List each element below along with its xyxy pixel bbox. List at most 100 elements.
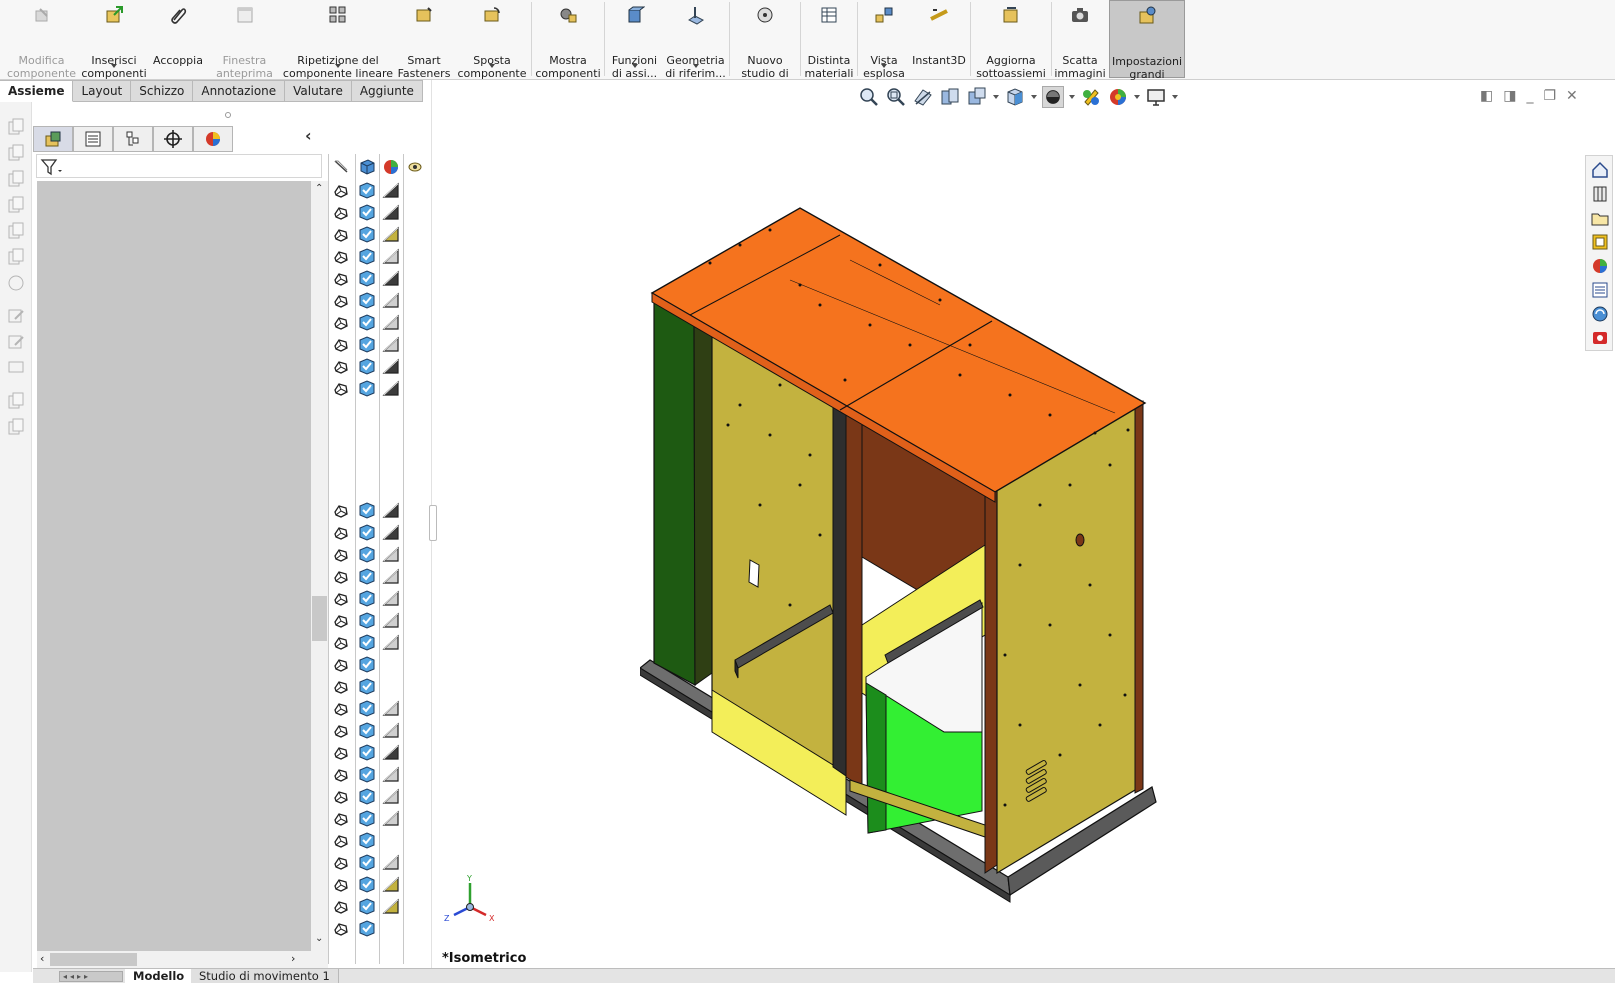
component-state-icon[interactable]	[332, 744, 350, 761]
section-view-icon[interactable]	[939, 86, 961, 108]
part-visibility-icon[interactable]	[358, 336, 376, 353]
appearance-triangle-icon[interactable]	[382, 700, 400, 717]
view-settings-monitor-icon[interactable]	[1145, 86, 1167, 108]
tab-schizzo[interactable]: Schizzo	[131, 80, 194, 102]
scroll-up-icon[interactable]: ⌃	[315, 183, 323, 194]
tab-scroll-arrows[interactable]: ◂◂▸▸	[59, 971, 123, 982]
large-assembly-settings-button[interactable]: Impostazioni grandi assiemi	[1109, 0, 1185, 93]
copy-icon[interactable]	[7, 196, 25, 214]
appearance-triangle-icon[interactable]	[382, 854, 400, 871]
part-visibility-icon[interactable]	[358, 678, 376, 695]
component-state-icon[interactable]	[332, 590, 350, 607]
component-state-icon[interactable]	[332, 546, 350, 563]
edit-component-button[interactable]: Modifica componente	[4, 0, 79, 79]
tree-filter[interactable]	[36, 154, 322, 178]
copy-icon[interactable]	[7, 144, 25, 162]
feature-tree-area[interactable]	[37, 181, 311, 951]
copy-icon[interactable]	[7, 118, 25, 136]
bill-of-materials-button[interactable]: Distinta materiali	[802, 0, 856, 79]
scroll-down-icon[interactable]: ⌄	[315, 933, 323, 944]
chevron-down-icon[interactable]	[692, 64, 699, 68]
appearance-triangle-icon[interactable]	[382, 590, 400, 607]
part-visibility-icon[interactable]	[358, 182, 376, 199]
component-state-icon[interactable]	[332, 226, 350, 243]
part-visibility-icon[interactable]	[358, 248, 376, 265]
speedpak-update-button[interactable]: Aggiorna sottoassiemi di SpeedPak	[972, 0, 1050, 92]
scroll-thumb[interactable]	[50, 953, 137, 966]
tree-horizontal-scrollbar[interactable]: ‹ ›	[37, 951, 328, 969]
tab-valutare[interactable]: Valutare	[285, 80, 352, 102]
chevron-down-icon[interactable]	[1031, 95, 1037, 99]
part-visibility-icon[interactable]	[358, 832, 376, 849]
design-library-icon[interactable]	[1590, 184, 1610, 204]
appearance-triangle-icon[interactable]	[382, 380, 400, 397]
component-state-icon[interactable]	[332, 358, 350, 375]
appearance-triangle-icon[interactable]	[382, 788, 400, 805]
smart-fasteners-button[interactable]: Smart Fasteners	[394, 0, 454, 79]
component-state-icon[interactable]	[332, 292, 350, 309]
tab-property-manager[interactable]	[73, 126, 113, 152]
chevron-down-icon[interactable]	[631, 64, 638, 68]
copy-icon[interactable]	[7, 222, 25, 240]
tab-assieme[interactable]: Assieme	[0, 80, 74, 102]
part-visibility-icon[interactable]	[358, 380, 376, 397]
scroll-right-icon[interactable]: ›	[291, 952, 295, 965]
tree-vertical-scrollbar[interactable]: ⌃ ⌄	[311, 181, 328, 951]
chevron-down-icon[interactable]	[993, 95, 999, 99]
sw-resources-icon[interactable]	[1590, 328, 1610, 348]
exploded-view-button[interactable]: Vista esplosa	[859, 0, 909, 79]
previous-view-icon[interactable]	[912, 86, 934, 108]
appearance-triangle-icon[interactable]	[382, 248, 400, 265]
tile-left-icon[interactable]: ◧	[1480, 88, 1493, 104]
tile-right-icon[interactable]: ◨	[1503, 88, 1516, 104]
display-style-icon[interactable]	[1042, 86, 1064, 108]
appearance-triangle-icon[interactable]	[382, 766, 400, 783]
tab-layout[interactable]: Layout	[73, 80, 132, 102]
appearance-triangle-icon[interactable]	[382, 876, 400, 893]
appearance-column-icon[interactable]	[382, 158, 400, 175]
part-visibility-icon[interactable]	[358, 568, 376, 585]
component-state-icon[interactable]	[332, 380, 350, 397]
appearance-triangle-icon[interactable]	[382, 722, 400, 739]
part-visibility-icon[interactable]	[358, 546, 376, 563]
component-state-icon[interactable]	[332, 612, 350, 629]
component-state-icon[interactable]	[332, 656, 350, 673]
part-column-icon[interactable]	[358, 158, 376, 175]
part-visibility-icon[interactable]	[358, 788, 376, 805]
tab-feature-tree[interactable]	[33, 126, 73, 152]
appearance-triangle-icon[interactable]	[382, 568, 400, 585]
file-explorer-icon[interactable]	[1590, 208, 1610, 228]
component-state-icon[interactable]	[332, 182, 350, 199]
visibility-column-icon[interactable]	[406, 158, 424, 175]
display-icon[interactable]	[7, 359, 25, 377]
appearance-triangle-icon[interactable]	[382, 182, 400, 199]
take-snapshot-button[interactable]: Scatta immagini	[1053, 0, 1107, 79]
insert-components-button[interactable]: Inserisci componenti	[79, 0, 149, 79]
zoom-to-area-icon[interactable]	[885, 86, 907, 108]
chevron-down-icon[interactable]	[1134, 95, 1140, 99]
appearances-icon[interactable]	[1590, 256, 1610, 276]
component-state-icon[interactable]	[332, 722, 350, 739]
panel-splitter-handle[interactable]	[429, 505, 437, 541]
chevron-down-icon[interactable]	[111, 64, 117, 68]
tab-aggiunte[interactable]: Aggiunte	[351, 80, 423, 102]
tab-configuration-manager[interactable]	[113, 126, 153, 152]
mate-button[interactable]: Accoppia	[149, 0, 207, 78]
tab-modello[interactable]: Modello	[125, 969, 194, 983]
scroll-left-icon[interactable]: ‹	[40, 952, 44, 965]
part-visibility-icon[interactable]	[358, 524, 376, 541]
appearance-triangle-icon[interactable]	[382, 270, 400, 287]
part-visibility-icon[interactable]	[358, 744, 376, 761]
copy-icon[interactable]	[7, 392, 25, 410]
part-visibility-icon[interactable]	[358, 358, 376, 375]
part-visibility-icon[interactable]	[358, 612, 376, 629]
part-visibility-icon[interactable]	[358, 314, 376, 331]
component-state-icon[interactable]	[332, 876, 350, 893]
tab-studio-di-movimento-1[interactable]: Studio di movimento 1	[191, 969, 339, 983]
linear-pattern-button[interactable]: Ripetizione del componente lineare	[282, 0, 394, 79]
close-icon[interactable]: ✕	[1566, 88, 1578, 104]
edit-sketch-icon[interactable]	[7, 333, 25, 351]
appearance-triangle-icon[interactable]	[382, 898, 400, 915]
hide-show-items-icon[interactable]	[1080, 86, 1102, 108]
home-icon[interactable]	[1590, 160, 1610, 180]
